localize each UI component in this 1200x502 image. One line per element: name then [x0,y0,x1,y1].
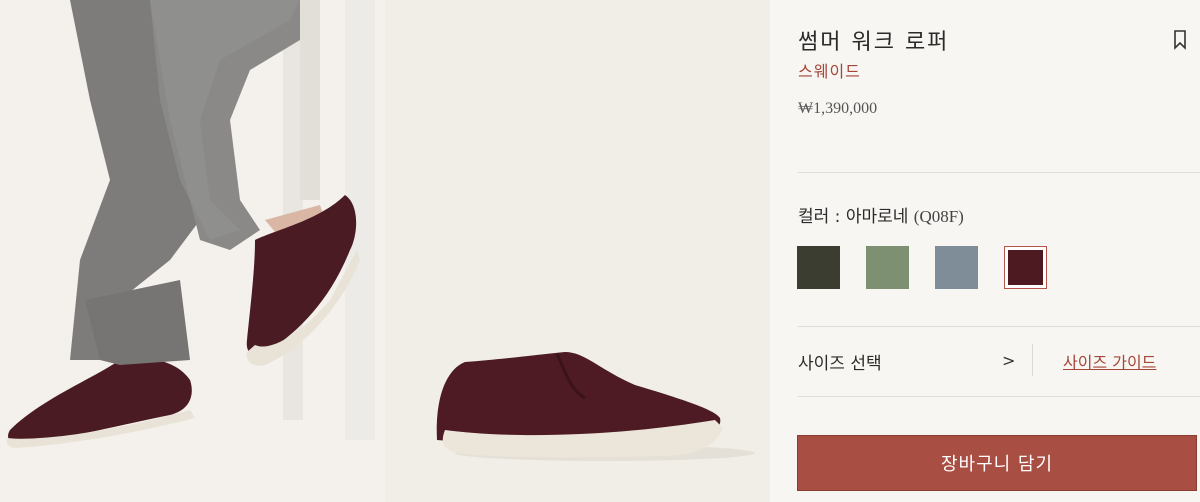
size-select-button[interactable]: 사이즈 선택 [798,349,882,374]
divider [798,172,1200,173]
add-to-cart-button[interactable]: 장바구니 담기 [797,435,1197,491]
product-material[interactable]: 스웨이드 [798,58,861,82]
product-price: ₩1,390,000 [798,100,878,117]
loafer-illustration [436,352,755,461]
color-label: 컬러 : 아마로네 (Q08F) [798,202,964,227]
swatch-slate-blue[interactable] [935,246,978,289]
size-guide-link[interactable]: 사이즈 가이드 [1063,349,1156,373]
divider [1032,344,1033,376]
product-gallery [0,0,770,502]
color-swatches [797,246,1047,289]
divider [798,396,1200,397]
product-info-panel: 썸머 워크 로퍼 스웨이드 ₩1,390,000 컬러 : 아마로네 (Q08F… [770,0,1200,502]
swatch-sage-green[interactable] [866,246,909,289]
color-label-text: 컬러 : 아마로네 [798,207,914,227]
swatch-amarone[interactable] [1004,246,1047,289]
product-photo[interactable] [385,0,770,502]
bookmark-icon[interactable] [1173,30,1187,50]
divider [798,326,1200,327]
product-title: 썸머 워크 로퍼 [798,30,950,55]
lifestyle-photo[interactable] [0,0,385,502]
chevron-right-icon[interactable]: > [1002,351,1015,370]
color-code: (Q08F) [913,207,964,226]
size-selector-row: 사이즈 선택 > 사이즈 가이드 [798,340,1200,384]
lifestyle-illustration [6,0,375,448]
swatch-dark-olive[interactable] [797,246,840,289]
